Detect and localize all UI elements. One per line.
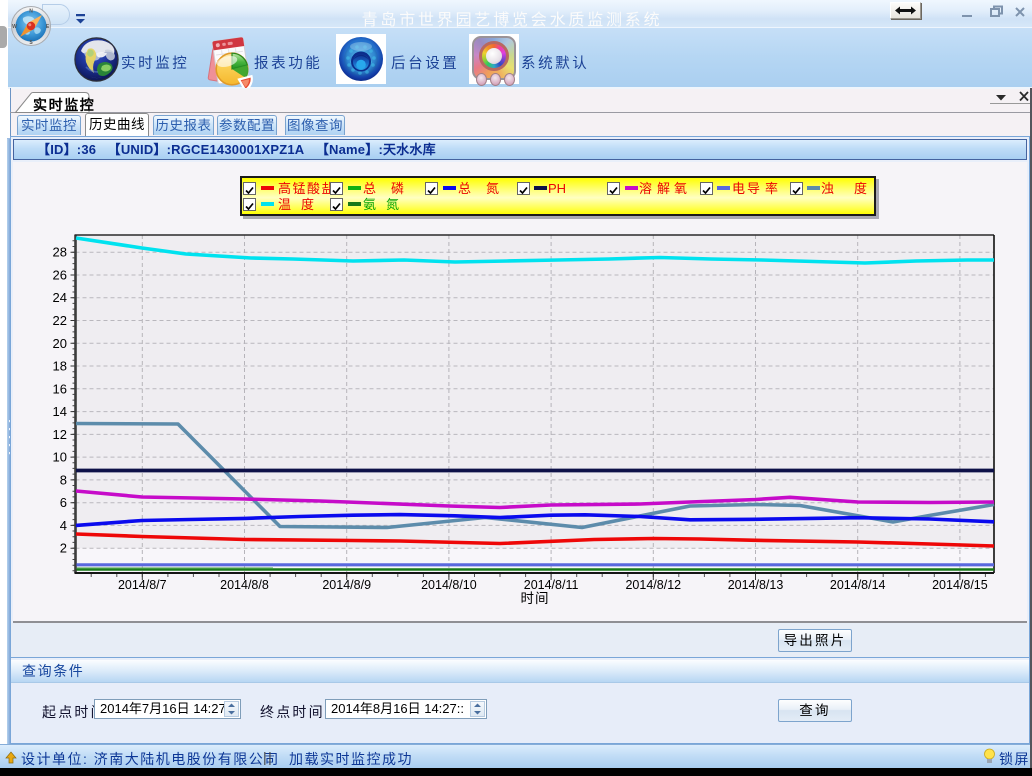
svg-text:24: 24 xyxy=(53,290,67,305)
svg-text:28: 28 xyxy=(53,245,67,260)
svg-text:16: 16 xyxy=(53,381,67,396)
svg-text:14: 14 xyxy=(53,404,67,419)
svg-text:12: 12 xyxy=(53,427,67,442)
svg-text:10: 10 xyxy=(53,450,67,465)
svg-text:2014/8/15: 2014/8/15 xyxy=(932,578,988,592)
svg-text:2014/8/7: 2014/8/7 xyxy=(118,578,167,592)
svg-text:2014/8/12: 2014/8/12 xyxy=(625,578,681,592)
svg-text:20: 20 xyxy=(53,336,67,351)
svg-text:2014/8/11: 2014/8/11 xyxy=(524,578,579,592)
svg-text:W: W xyxy=(12,24,17,30)
svg-text:2014/8/9: 2014/8/9 xyxy=(322,578,371,592)
svg-text:2014/8/8: 2014/8/8 xyxy=(220,578,269,592)
svg-text:2014/8/14: 2014/8/14 xyxy=(830,578,886,592)
svg-text:2: 2 xyxy=(60,541,67,556)
svg-text:18: 18 xyxy=(53,359,67,374)
svg-text:26: 26 xyxy=(53,268,67,283)
svg-text:2014/8/10: 2014/8/10 xyxy=(421,578,477,592)
svg-text:8: 8 xyxy=(60,472,67,487)
svg-text:2014/8/13: 2014/8/13 xyxy=(728,578,784,592)
svg-text:6: 6 xyxy=(60,495,67,510)
svg-text:4: 4 xyxy=(60,518,67,533)
svg-text:时间: 时间 xyxy=(521,591,550,606)
svg-text:N: N xyxy=(29,9,33,15)
svg-text:22: 22 xyxy=(53,313,67,328)
